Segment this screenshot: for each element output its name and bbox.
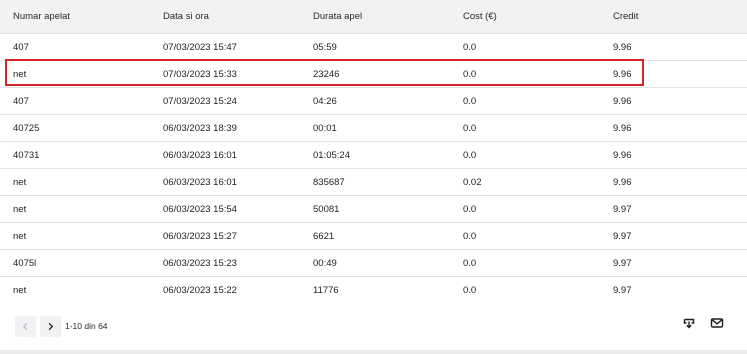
table-row[interactable]: 407 07/03/2023 15:24 04:26 0.0 9.96 xyxy=(0,88,747,115)
cell-numar-apelat: net xyxy=(13,203,27,215)
download-button[interactable] xyxy=(682,316,696,330)
cell-durata-apel: 01:05:24 xyxy=(313,149,350,161)
cell-cost: 0.0 xyxy=(463,68,477,80)
table-footer xyxy=(0,301,747,354)
cell-numar-apelat: net xyxy=(13,284,27,296)
mail-icon xyxy=(710,318,724,328)
cell-credit: 9.96 xyxy=(613,95,632,107)
cell-credit: 9.97 xyxy=(613,284,632,296)
table-body: 407 07/03/2023 15:47 05:59 0.0 9.96 net 07/03/… xyxy=(0,34,747,304)
cell-numar-apelat: 407 xyxy=(13,41,29,53)
chevron-right-icon xyxy=(48,322,54,331)
cell-durata-apel: 00:49 xyxy=(313,257,337,269)
cell-cost: 0.0 xyxy=(463,257,477,269)
cell-durata-apel: 00:01 xyxy=(313,122,337,134)
cell-data-si-ora: 06/03/2023 16:01 xyxy=(163,149,237,161)
download-icon xyxy=(683,318,695,329)
cell-data-si-ora: 07/03/2023 15:47 xyxy=(163,41,237,53)
email-button[interactable] xyxy=(710,316,724,330)
cell-data-si-ora: 06/03/2023 15:54 xyxy=(163,203,237,215)
cell-numar-apelat: 4075l xyxy=(13,257,37,269)
cell-numar-apelat: 40725 xyxy=(13,122,40,134)
cell-data-si-ora: 07/03/2023 15:33 xyxy=(163,68,237,80)
calls-table: Numar apelat Data si ora Durata apel Cos… xyxy=(0,0,747,304)
table-row[interactable]: 4075l 06/03/2023 15:23 00:49 0.0 9.97 xyxy=(0,250,747,277)
bottom-edge xyxy=(0,350,747,354)
cell-data-si-ora: 07/03/2023 15:24 xyxy=(163,95,237,107)
previous-page-button[interactable] xyxy=(15,316,36,337)
table-row[interactable]: 40725 06/03/2023 18:39 00:01 0.0 9.96 xyxy=(0,115,747,142)
table-row[interactable]: 40731 06/03/2023 16:01 01:05:24 0.0 9.96 xyxy=(0,142,747,169)
cell-durata-apel: 23246 xyxy=(313,68,340,80)
cell-durata-apel: 835687 xyxy=(313,176,345,188)
column-header-numar-apelat[interactable]: Numar apelat xyxy=(13,11,70,22)
cell-data-si-ora: 06/03/2023 15:23 xyxy=(163,257,237,269)
cell-credit: 9.96 xyxy=(613,176,632,188)
cell-durata-apel: 05:59 xyxy=(313,41,337,53)
table-row[interactable]: net 06/03/2023 15:27 6621 0.0 9.97 xyxy=(0,223,747,250)
cell-cost: 0.02 xyxy=(463,176,482,188)
cell-data-si-ora: 06/03/2023 16:01 xyxy=(163,176,237,188)
cell-cost: 0.0 xyxy=(463,284,477,296)
cell-credit: 9.97 xyxy=(613,257,632,269)
cell-durata-apel: 11776 xyxy=(313,284,339,296)
table-header: Numar apelat Data si ora Durata apel Cos… xyxy=(0,0,747,34)
table-row[interactable]: 407 07/03/2023 15:47 05:59 0.0 9.96 xyxy=(0,34,747,61)
cell-credit: 9.96 xyxy=(613,68,632,80)
column-header-durata-apel[interactable]: Durata apel xyxy=(313,11,362,22)
cell-cost: 0.0 xyxy=(463,122,477,134)
cell-cost: 0.0 xyxy=(463,95,477,107)
cell-numar-apelat: net xyxy=(13,176,27,188)
cell-data-si-ora: 06/03/2023 18:39 xyxy=(163,122,237,134)
cell-cost: 0.0 xyxy=(463,41,477,53)
next-page-button[interactable] xyxy=(40,316,61,337)
table-row[interactable]: net 06/03/2023 15:54 50081 0.0 9.97 xyxy=(0,196,747,223)
chevron-left-icon xyxy=(22,322,28,331)
cell-cost: 0.0 xyxy=(463,203,477,215)
cell-durata-apel: 50081 xyxy=(313,203,340,215)
cell-cost: 0.0 xyxy=(463,230,477,242)
column-header-data-si-ora[interactable]: Data si ora xyxy=(163,11,209,22)
cell-data-si-ora: 06/03/2023 15:22 xyxy=(163,284,237,296)
cell-numar-apelat: 407 xyxy=(13,95,29,107)
table-row[interactable]: net 07/03/2023 15:33 23246 0.0 9.96 xyxy=(0,61,747,88)
cell-credit: 9.97 xyxy=(613,230,632,242)
cell-cost: 0.0 xyxy=(463,149,477,161)
cell-durata-apel: 6621 xyxy=(313,230,335,242)
cell-credit: 9.96 xyxy=(613,41,632,53)
cell-credit: 9.96 xyxy=(613,149,632,161)
cell-credit: 9.97 xyxy=(613,203,632,215)
table-row[interactable]: net 06/03/2023 15:22 11776 0.0 9.97 xyxy=(0,277,747,304)
column-header-cost[interactable]: Cost (€) xyxy=(463,11,497,22)
table-row[interactable]: net 06/03/2023 16:01 835687 0.02 9.96 xyxy=(0,169,747,196)
cell-numar-apelat: net xyxy=(13,68,27,80)
cell-numar-apelat: 40731 xyxy=(13,149,40,161)
cell-credit: 9.96 xyxy=(613,122,632,134)
cell-durata-apel: 04:26 xyxy=(313,95,337,107)
cell-numar-apelat: net xyxy=(13,230,27,242)
column-header-credit[interactable]: Credit xyxy=(613,11,638,22)
pagination-range: 1-10 din 64 xyxy=(65,321,108,331)
cell-data-si-ora: 06/03/2023 15:27 xyxy=(163,230,237,242)
